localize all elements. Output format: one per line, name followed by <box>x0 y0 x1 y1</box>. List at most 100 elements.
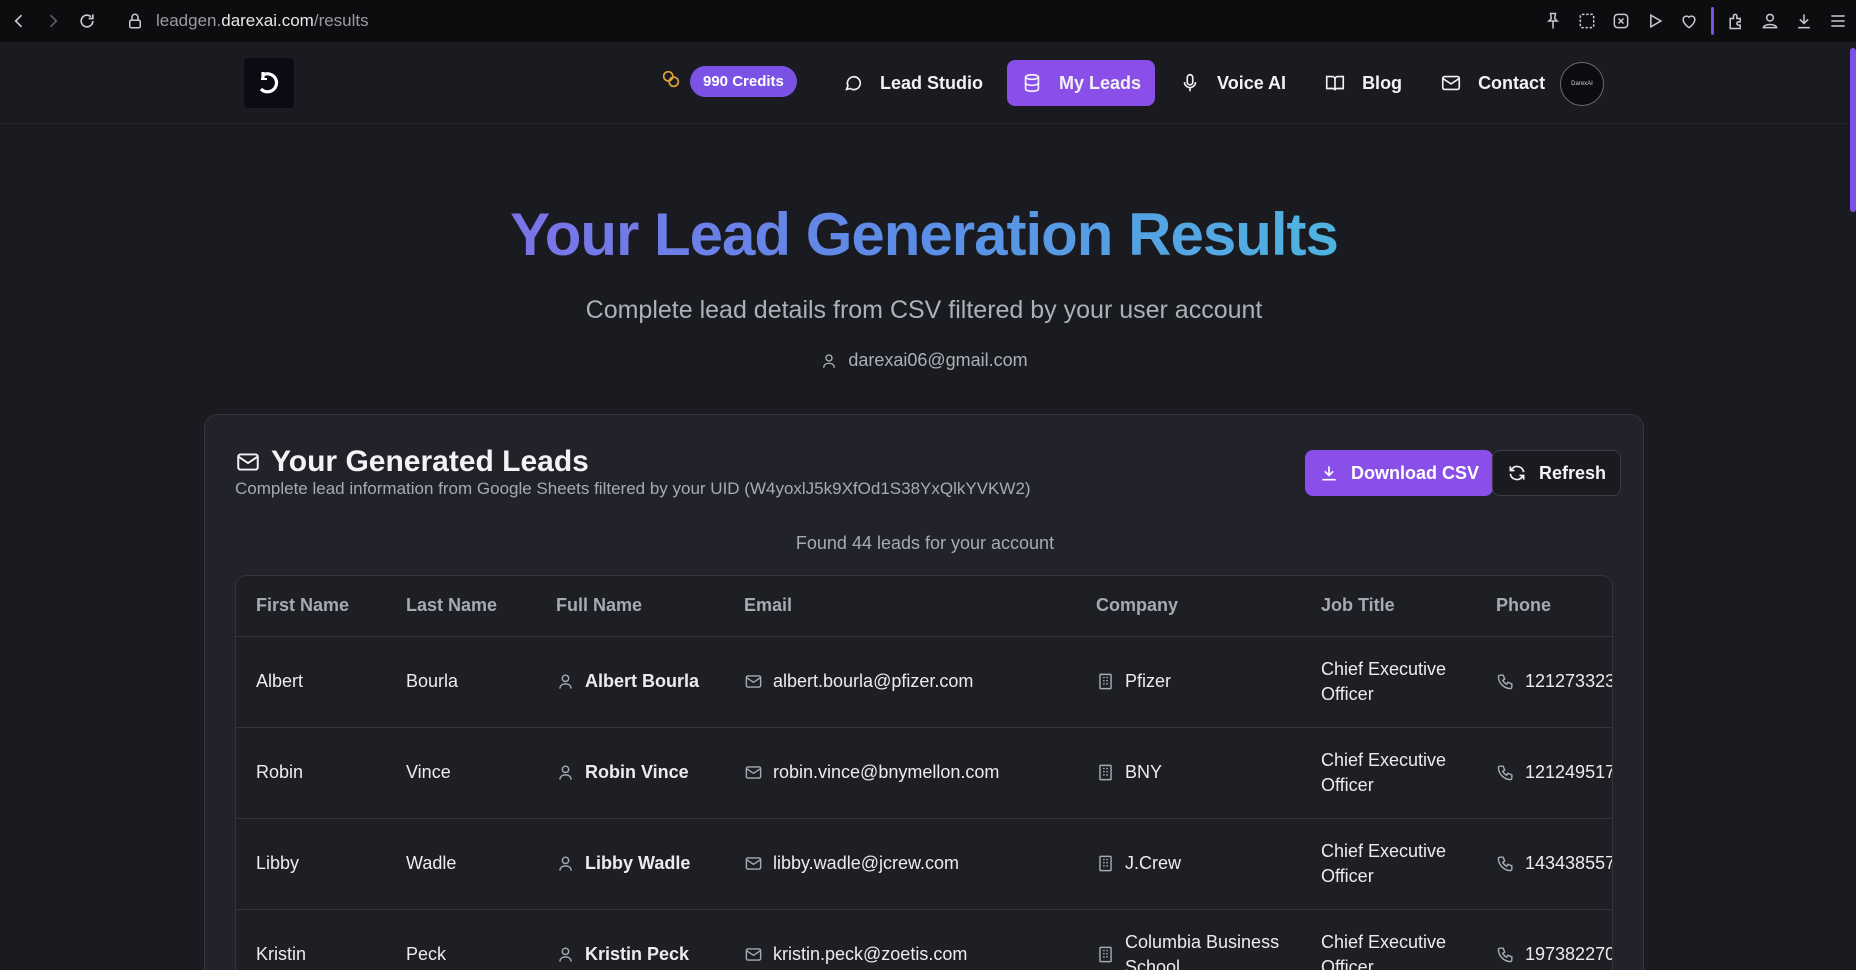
toolbar-separator <box>1711 7 1714 35</box>
back-icon[interactable] <box>4 6 34 36</box>
card-description: Complete lead information from Google Sh… <box>235 479 1031 498</box>
leads-table[interactable]: First Name Last Name Full Name Email Com… <box>235 575 1613 970</box>
play-icon[interactable] <box>1643 6 1667 36</box>
job-title-cell: Chief Executive Officer <box>1301 818 1476 910</box>
logo-icon <box>259 72 279 94</box>
leads-count: Found 44 leads for your account <box>795 533 1055 553</box>
full-name-cell: Libby Wadle <box>536 818 724 910</box>
first-name-cell: Robin <box>236 727 386 819</box>
user-email: darexai06@gmail.com <box>848 350 1028 370</box>
job-title-cell: Chief Executive Officer <box>1301 727 1476 819</box>
download-icon[interactable] <box>1792 6 1816 36</box>
site-header: 990 Credits Lead Studio My Leads Voice A… <box>0 42 1848 124</box>
job-title-cell: Chief Executive Officer <box>1301 909 1476 970</box>
credits-badge: 990 Credits <box>690 66 797 97</box>
user-email-line: darexai06@gmail.com <box>0 350 1848 371</box>
mail-icon <box>745 857 762 870</box>
profile-icon[interactable] <box>1758 6 1782 36</box>
mail-icon <box>745 766 762 779</box>
email-cell: robin.vince@bnymellon.com <box>724 727 1076 819</box>
table-row[interactable]: Albert Bourla Albert Bourla albert.bourl… <box>236 636 1612 728</box>
table-row[interactable]: Kristin Peck Kristin Peck kristin.peck@z… <box>236 909 1612 970</box>
column-header[interactable]: Full Name <box>536 576 724 637</box>
phone-icon <box>1497 765 1513 781</box>
scrollbar[interactable] <box>1848 42 1856 970</box>
screenshot-icon[interactable] <box>1575 6 1599 36</box>
phone-icon <box>1497 674 1513 690</box>
darexai-logo[interactable] <box>244 58 294 108</box>
phone-cell: 14343855700 <box>1476 818 1612 910</box>
forward-icon[interactable] <box>38 6 68 36</box>
building-icon <box>1099 855 1112 872</box>
nav-label: Lead Studio <box>880 72 983 93</box>
email-cell: libby.wadle@jcrew.com <box>724 818 1076 910</box>
database-icon <box>1024 73 1040 93</box>
last-name-cell: Wadle <box>386 818 536 910</box>
company-cell: Pfizer <box>1076 636 1301 728</box>
last-name-cell: Vince <box>386 727 536 819</box>
mail-icon <box>745 948 762 961</box>
extensions-icon[interactable] <box>1724 6 1748 36</box>
lock-icon <box>129 13 141 29</box>
nav-blog[interactable]: Blog <box>1310 60 1416 106</box>
card-title: Your Generated Leads <box>235 445 589 479</box>
user-icon <box>559 674 572 689</box>
credits-indicator[interactable]: 990 Credits <box>660 66 797 97</box>
nav-lead-studio[interactable]: Lead Studio <box>828 60 997 106</box>
address-bar[interactable]: leadgen.darexai.com/results <box>126 11 369 31</box>
column-header[interactable]: Phone <box>1476 576 1612 637</box>
leads-card: Your Generated Leads Complete lead infor… <box>204 414 1644 970</box>
email-cell: kristin.peck@zoetis.com <box>724 909 1076 970</box>
table-row[interactable]: Libby Wadle Libby Wadle libby.wadle@jcre… <box>236 818 1612 910</box>
full-name-cell: Kristin Peck <box>536 909 724 970</box>
column-header[interactable]: Email <box>724 576 1076 637</box>
main-nav: Lead Studio My Leads Voice AI Blog Conta… <box>828 60 1559 106</box>
browser-toolbar: leadgen.darexai.com/results <box>0 0 1856 42</box>
column-header[interactable]: Job Title <box>1301 576 1476 637</box>
user-icon <box>559 947 572 962</box>
nav-my-leads[interactable]: My Leads <box>1007 60 1156 106</box>
building-icon <box>1099 764 1112 781</box>
full-name-cell: Robin Vince <box>536 727 724 819</box>
first-name-cell: Libby <box>236 818 386 910</box>
table-row[interactable]: Robin Vince Robin Vince robin.vince@bnym… <box>236 727 1612 819</box>
heart-icon[interactable] <box>1677 6 1701 36</box>
refresh-icon <box>1509 465 1525 481</box>
nav-label: Voice AI <box>1217 72 1287 93</box>
download-csv-label: Download CSV <box>1351 462 1480 483</box>
column-header[interactable]: First Name <box>236 576 386 637</box>
refresh-label: Refresh <box>1539 462 1607 483</box>
page-subtitle: Complete lead details from CSV filtered … <box>585 296 1263 324</box>
phone-cell: 19738227000 <box>1476 909 1612 970</box>
nav-label: Contact <box>1478 72 1546 93</box>
refresh-button[interactable]: Refresh <box>1492 450 1622 496</box>
url-text: leadgen.darexai.com/results <box>156 11 369 30</box>
download-icon <box>1322 466 1336 481</box>
email-cell: albert.bourla@pfizer.com <box>724 636 1076 728</box>
download-csv-button[interactable]: Download CSV <box>1305 450 1494 496</box>
building-icon <box>1099 946 1112 963</box>
pin-icon[interactable] <box>1541 6 1565 36</box>
user-icon <box>559 856 572 871</box>
user-avatar[interactable]: DarexAI <box>1560 62 1604 106</box>
phone-cell: 12124951784 <box>1476 727 1612 819</box>
user-icon <box>823 353 836 368</box>
reload-icon[interactable] <box>72 6 102 36</box>
microphone-icon <box>1183 73 1197 92</box>
scrollbar-thumb[interactable] <box>1850 48 1856 212</box>
company-cell: Columbia Business School <box>1076 909 1301 970</box>
menu-icon[interactable] <box>1826 6 1850 36</box>
first-name-cell: Albert <box>236 636 386 728</box>
company-cell: J.Crew <box>1076 818 1301 910</box>
job-title-cell: Chief Executive Officer <box>1301 636 1476 728</box>
nav-contact[interactable]: Contact <box>1426 60 1559 106</box>
mail-icon <box>237 453 259 471</box>
column-header[interactable]: Last Name <box>386 576 536 637</box>
column-header[interactable]: Company <box>1076 576 1301 637</box>
phone-icon <box>1497 856 1513 872</box>
user-icon <box>559 765 572 780</box>
close-box-icon[interactable] <box>1609 6 1633 36</box>
phone-icon <box>1497 947 1513 963</box>
table-header-row: First Name Last Name Full Name Email Com… <box>236 576 1612 637</box>
nav-voice-ai[interactable]: Voice AI <box>1165 60 1300 106</box>
